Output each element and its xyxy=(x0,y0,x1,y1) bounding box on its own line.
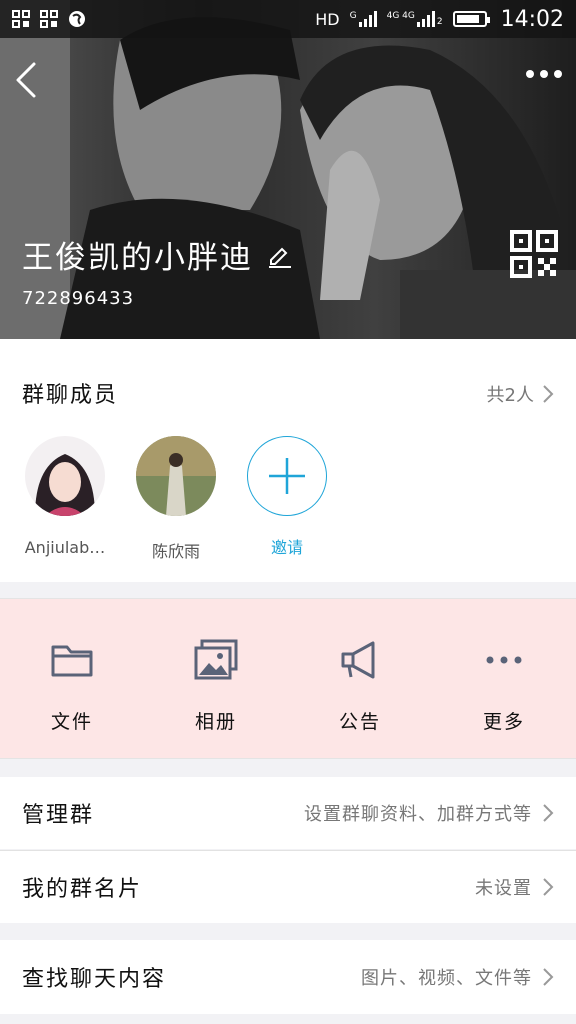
status-bar: HD G 4G 4G 2 14:02 xyxy=(0,0,576,38)
chevron-right-icon xyxy=(543,804,554,822)
qr-code-icon[interactable] xyxy=(510,230,558,278)
more-horizontal-icon xyxy=(486,656,522,664)
folder-icon xyxy=(51,645,93,677)
group-card-title: 我的群名片 xyxy=(22,877,143,902)
search-chat-value-wrap: 图片、视频、文件等 xyxy=(361,964,554,990)
more-actions-button[interactable]: 更多 xyxy=(432,599,576,758)
members-count-link[interactable]: 共2人 xyxy=(487,381,554,407)
manage-group-value-wrap: 设置群聊资料、加群方式等 xyxy=(304,800,554,826)
manage-group-row[interactable]: 管理群 设置群聊资料、加群方式等 xyxy=(0,777,576,849)
member-item[interactable]: Anjiulab… xyxy=(15,436,115,557)
avatar xyxy=(25,436,105,516)
chevron-right-icon xyxy=(543,385,554,403)
manage-group-value: 设置群聊资料、加群方式等 xyxy=(304,804,532,825)
member-name: 陈欣雨 xyxy=(151,542,200,561)
invite-label: 邀请 xyxy=(270,538,303,557)
plus-icon xyxy=(269,458,305,494)
more-label: 更多 xyxy=(482,711,525,733)
member-name: Anjiulab… xyxy=(24,538,106,557)
battery-level xyxy=(456,15,479,23)
more-options-button[interactable] xyxy=(526,70,562,78)
announcement-label: 公告 xyxy=(338,711,381,733)
files-label: 文件 xyxy=(50,711,93,733)
signal-1: G xyxy=(350,11,377,27)
album-button[interactable]: 相册 xyxy=(144,599,288,758)
invite-item[interactable]: 邀请 xyxy=(237,436,337,558)
search-chat-value: 图片、视频、文件等 xyxy=(361,968,532,989)
battery-icon xyxy=(452,11,490,27)
chevron-right-icon xyxy=(543,878,554,896)
back-button[interactable] xyxy=(12,60,44,100)
files-button[interactable]: 文件 xyxy=(0,599,144,758)
group-card-row[interactable]: 我的群名片 未设置 xyxy=(0,851,576,923)
signal-2: 4G 4G 2 xyxy=(387,11,443,27)
manage-group-title: 管理群 xyxy=(22,803,95,828)
app-grid-icon-2 xyxy=(40,10,58,28)
status-time: 14:02 xyxy=(500,6,564,32)
search-chat-title: 查找聊天内容 xyxy=(22,967,167,992)
members-section: 群聊成员 共2人 Anjiulab… 陈欣雨 邀请 xyxy=(0,339,576,582)
album-label: 相册 xyxy=(194,711,237,733)
group-id: 722896433 xyxy=(22,288,135,309)
sim-index: 2 xyxy=(436,17,443,27)
photo-album-icon xyxy=(194,639,238,680)
avatar xyxy=(136,436,216,516)
invite-button[interactable] xyxy=(247,436,327,516)
announcement-button[interactable]: 公告 xyxy=(288,599,432,758)
members-title: 群聊成员 xyxy=(22,383,119,408)
signal-bars-icon xyxy=(358,11,377,27)
globe-icon xyxy=(69,11,85,27)
group-card-value-wrap: 未设置 xyxy=(475,874,554,900)
pencil-icon[interactable] xyxy=(267,242,293,268)
chevron-right-icon xyxy=(543,968,554,986)
network-label: HD xyxy=(315,9,340,29)
member-item[interactable]: 陈欣雨 xyxy=(126,436,226,562)
group-card-value: 未设置 xyxy=(475,878,532,899)
megaphone-icon xyxy=(341,641,375,679)
signal-bars-icon-2 xyxy=(416,11,435,27)
signal-1-label: G xyxy=(349,11,357,21)
search-chat-row[interactable]: 查找聊天内容 图片、视频、文件等 xyxy=(0,940,576,1014)
group-name-container[interactable]: 王俊凯的小胖迪 xyxy=(22,232,293,277)
app-grid-icon xyxy=(12,10,30,28)
group-name: 王俊凯的小胖迪 xyxy=(22,240,253,276)
group-header: 王俊凯的小胖迪 722896433 xyxy=(0,0,576,339)
signal-2-label: 4G 4G xyxy=(386,11,415,21)
members-count: 共2人 xyxy=(486,385,534,406)
more-dots-icon xyxy=(526,70,534,78)
group-actions: 文件 相册 公告 更多 xyxy=(0,598,576,759)
